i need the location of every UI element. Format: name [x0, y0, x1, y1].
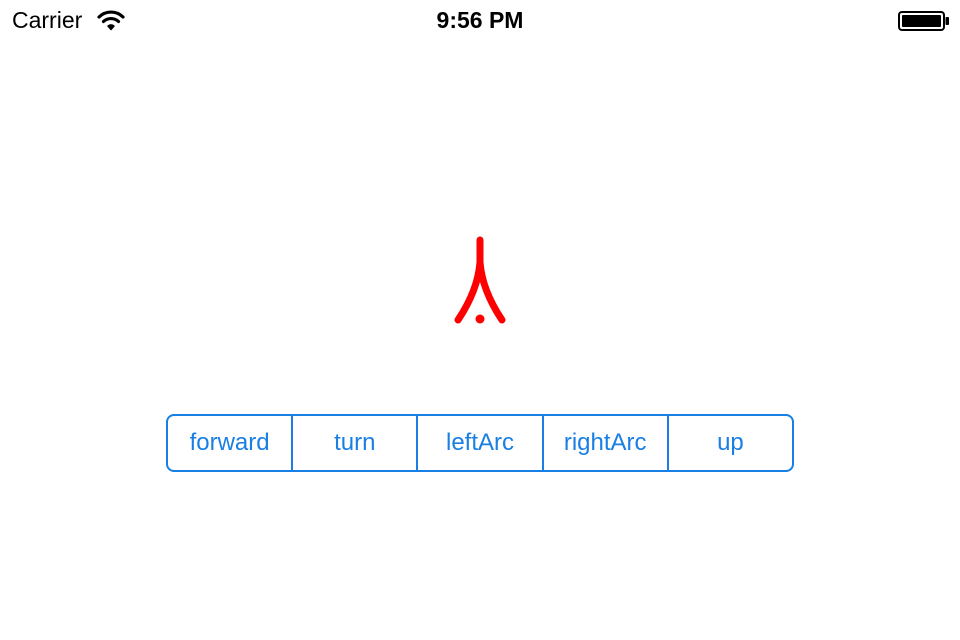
- status-time: 9:56 PM: [436, 7, 524, 33]
- turtle-drawing: [454, 236, 506, 324]
- turtle-position-dot: [475, 314, 485, 324]
- segment-left-arc[interactable]: leftArc: [416, 416, 541, 470]
- turtle-path-right-arc: [476, 258, 506, 324]
- drawing-canvas: [454, 236, 506, 324]
- segment-up[interactable]: up: [666, 416, 792, 470]
- status-bar: Carrier 9:56 PM: [0, 0, 960, 40]
- turtle-path-stem: [454, 236, 484, 324]
- segment-forward[interactable]: forward: [168, 416, 291, 470]
- battery-full-icon: [898, 11, 949, 31]
- command-segmented-control: forward turn leftArc rightArc up: [166, 414, 794, 472]
- segment-turn[interactable]: turn: [291, 416, 416, 470]
- segment-right-arc[interactable]: rightArc: [541, 416, 667, 470]
